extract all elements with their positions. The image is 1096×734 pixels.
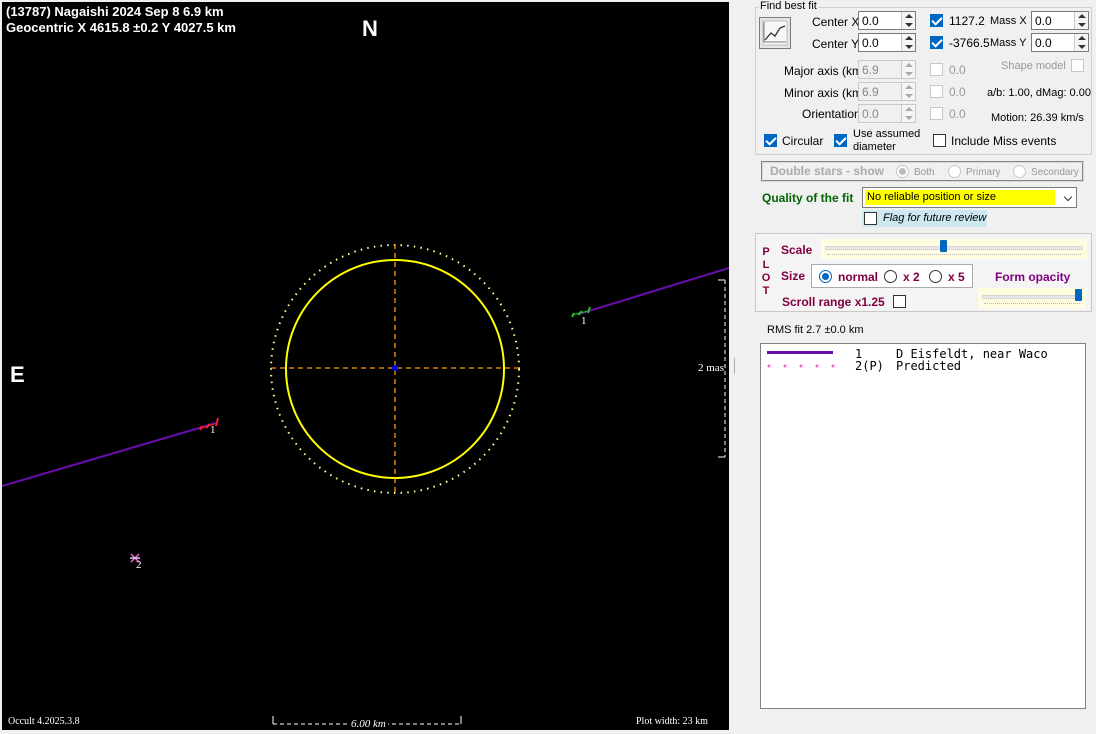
form-opacity-slider[interactable] (978, 288, 1086, 308)
center-point (392, 365, 398, 371)
chord-1-line-left (2, 422, 217, 487)
legend-row-2-swatch (767, 360, 837, 372)
orientation-label: Orientation (802, 107, 861, 121)
scale-slider-thumb[interactable] (940, 240, 948, 252)
plot-canvas (2, 244, 729, 725)
form-opacity-slider-thumb[interactable] (1075, 289, 1082, 301)
scroll-range-label: Scroll range x1.25 (782, 295, 885, 309)
center-y-input[interactable]: 0.0 (858, 33, 916, 52)
center-x-label: Center X (812, 15, 860, 29)
double-primary-label: Primary (966, 167, 1001, 178)
legend-row-1-swatch (767, 346, 837, 358)
legend-row-2-text: Predicted (896, 359, 962, 373)
size-x5-radio[interactable] (929, 270, 942, 283)
fit-center-y-checkbox[interactable] (930, 36, 943, 49)
chord-1-line-right (578, 267, 729, 315)
size-normal-label: normal (838, 270, 879, 284)
fit-orientation-value: 0.0 (949, 107, 966, 121)
major-axis-input[interactable]: 6.9 (858, 60, 916, 79)
fit-minor-axis-checkbox[interactable] (930, 85, 943, 98)
chord-1-label-left: 1 (210, 424, 216, 436)
double-both-label: Both (914, 167, 935, 178)
flag-review-checkbox[interactable] (864, 212, 877, 225)
fit-center-y-value: -3766.5 (949, 36, 990, 50)
chart-line-icon (762, 20, 788, 46)
flag-review-label: Flag for future review (883, 212, 987, 224)
size-normal-radio[interactable] (819, 270, 832, 283)
quality-dropdown[interactable]: No reliable position or size (862, 187, 1077, 208)
fit-center-x-checkbox[interactable] (930, 14, 943, 27)
mass-x-label: Mass X (990, 15, 1027, 27)
observer-legend-list[interactable]: 1 D Eisfeldt, near Waco 2(P) Predicted (760, 343, 1086, 709)
scroll-range-checkbox[interactable] (893, 295, 906, 308)
double-both-radio[interactable] (896, 165, 909, 178)
quality-value: No reliable position or size (865, 190, 1055, 205)
east-label: E (10, 362, 25, 387)
fit-major-axis-checkbox[interactable] (930, 63, 943, 76)
fit-major-axis-value: 0.0 (949, 63, 966, 77)
chevron-down-icon (1063, 192, 1073, 202)
find-best-fit-label: Find best fit (759, 0, 818, 12)
plot-title-line2: Geocentric X 4615.8 ±0.2 Y 4027.5 km (6, 20, 236, 35)
mas-label: 2 mas (698, 362, 724, 374)
shape-model-label: Shape model (1001, 60, 1066, 72)
orientation-input[interactable]: 0.0 (858, 104, 916, 123)
size-label: Size (781, 269, 806, 283)
quality-label: Quality of the fit (762, 191, 854, 205)
use-assumed-diameter-label: Use assumed diameter (853, 128, 921, 153)
mass-y-label: Mass Y (990, 37, 1027, 49)
center-x-spinner[interactable] (901, 12, 915, 29)
ab-dmag-label: a/b: 1.00, dMag: 0.00 (987, 87, 1091, 99)
chord-1-label-right: 1 (581, 315, 587, 327)
shape-model-checkbox[interactable] (1071, 59, 1084, 72)
size-x5-label: x 5 (948, 270, 965, 284)
size-x2-label: x 2 (903, 270, 920, 284)
fit-control-panel: Find best fit Center X 0.0 Center Y 0.0 … (737, 0, 1096, 734)
double-primary-radio[interactable] (948, 165, 961, 178)
double-secondary-label: Secondary (1031, 167, 1079, 178)
size-x2-radio[interactable] (884, 270, 897, 283)
double-stars-label: Double stars - show (770, 164, 885, 178)
north-label: N (362, 16, 378, 41)
version-label: Occult 4.2025.3.8 (8, 716, 80, 727)
mass-x-spinner[interactable] (1074, 12, 1088, 29)
mass-x-input[interactable]: 0.0 (1031, 11, 1089, 30)
plot-title-line1: (13787) Nagaishi 2024 Sep 8 6.9 km (6, 4, 224, 19)
fit-minor-axis-value: 0.0 (949, 85, 966, 99)
center-x-input[interactable]: 0.0 (858, 11, 916, 30)
plot-vertical-label: P L O T (761, 246, 771, 297)
plot-width-label: Plot width: 23 km (636, 716, 708, 727)
include-miss-events-label: Include Miss events (951, 134, 1057, 148)
circular-checkbox[interactable] (764, 134, 777, 147)
mass-y-input[interactable]: 0.0 (1031, 33, 1089, 52)
circular-label: Circular (782, 134, 824, 148)
minor-axis-label: Minor axis (km) (784, 86, 867, 100)
fit-center-x-value: 1127.2 (949, 14, 985, 28)
minor-axis-input[interactable]: 6.9 (858, 82, 916, 101)
double-secondary-radio[interactable] (1013, 165, 1026, 178)
motion-label: Motion: 26.39 km/s (991, 112, 1084, 124)
include-miss-events-checkbox[interactable] (933, 134, 946, 147)
major-axis-label: Major axis (km) (784, 64, 867, 78)
fit-orientation-checkbox[interactable] (930, 107, 943, 120)
center-y-label: Center Y (812, 37, 860, 51)
chord-2-label: 2 (136, 559, 142, 571)
occultation-plot[interactable]: (13787) Nagaishi 2024 Sep 8 6.9 km Geoce… (2, 2, 729, 730)
mass-y-spinner[interactable] (1074, 34, 1088, 51)
legend-row-2-num: 2(P) (855, 359, 884, 373)
scale-bar-label: 6.00 km (349, 718, 388, 730)
scale-label: Scale (781, 243, 813, 257)
center-y-spinner[interactable] (901, 34, 915, 51)
rms-fit-label: RMS fit 2.7 ±0.0 km (767, 324, 864, 336)
scale-slider[interactable] (821, 239, 1087, 259)
use-assumed-diameter-checkbox[interactable] (834, 134, 847, 147)
find-best-fit-button[interactable] (759, 17, 791, 49)
form-opacity-label: Form opacity (995, 270, 1071, 284)
